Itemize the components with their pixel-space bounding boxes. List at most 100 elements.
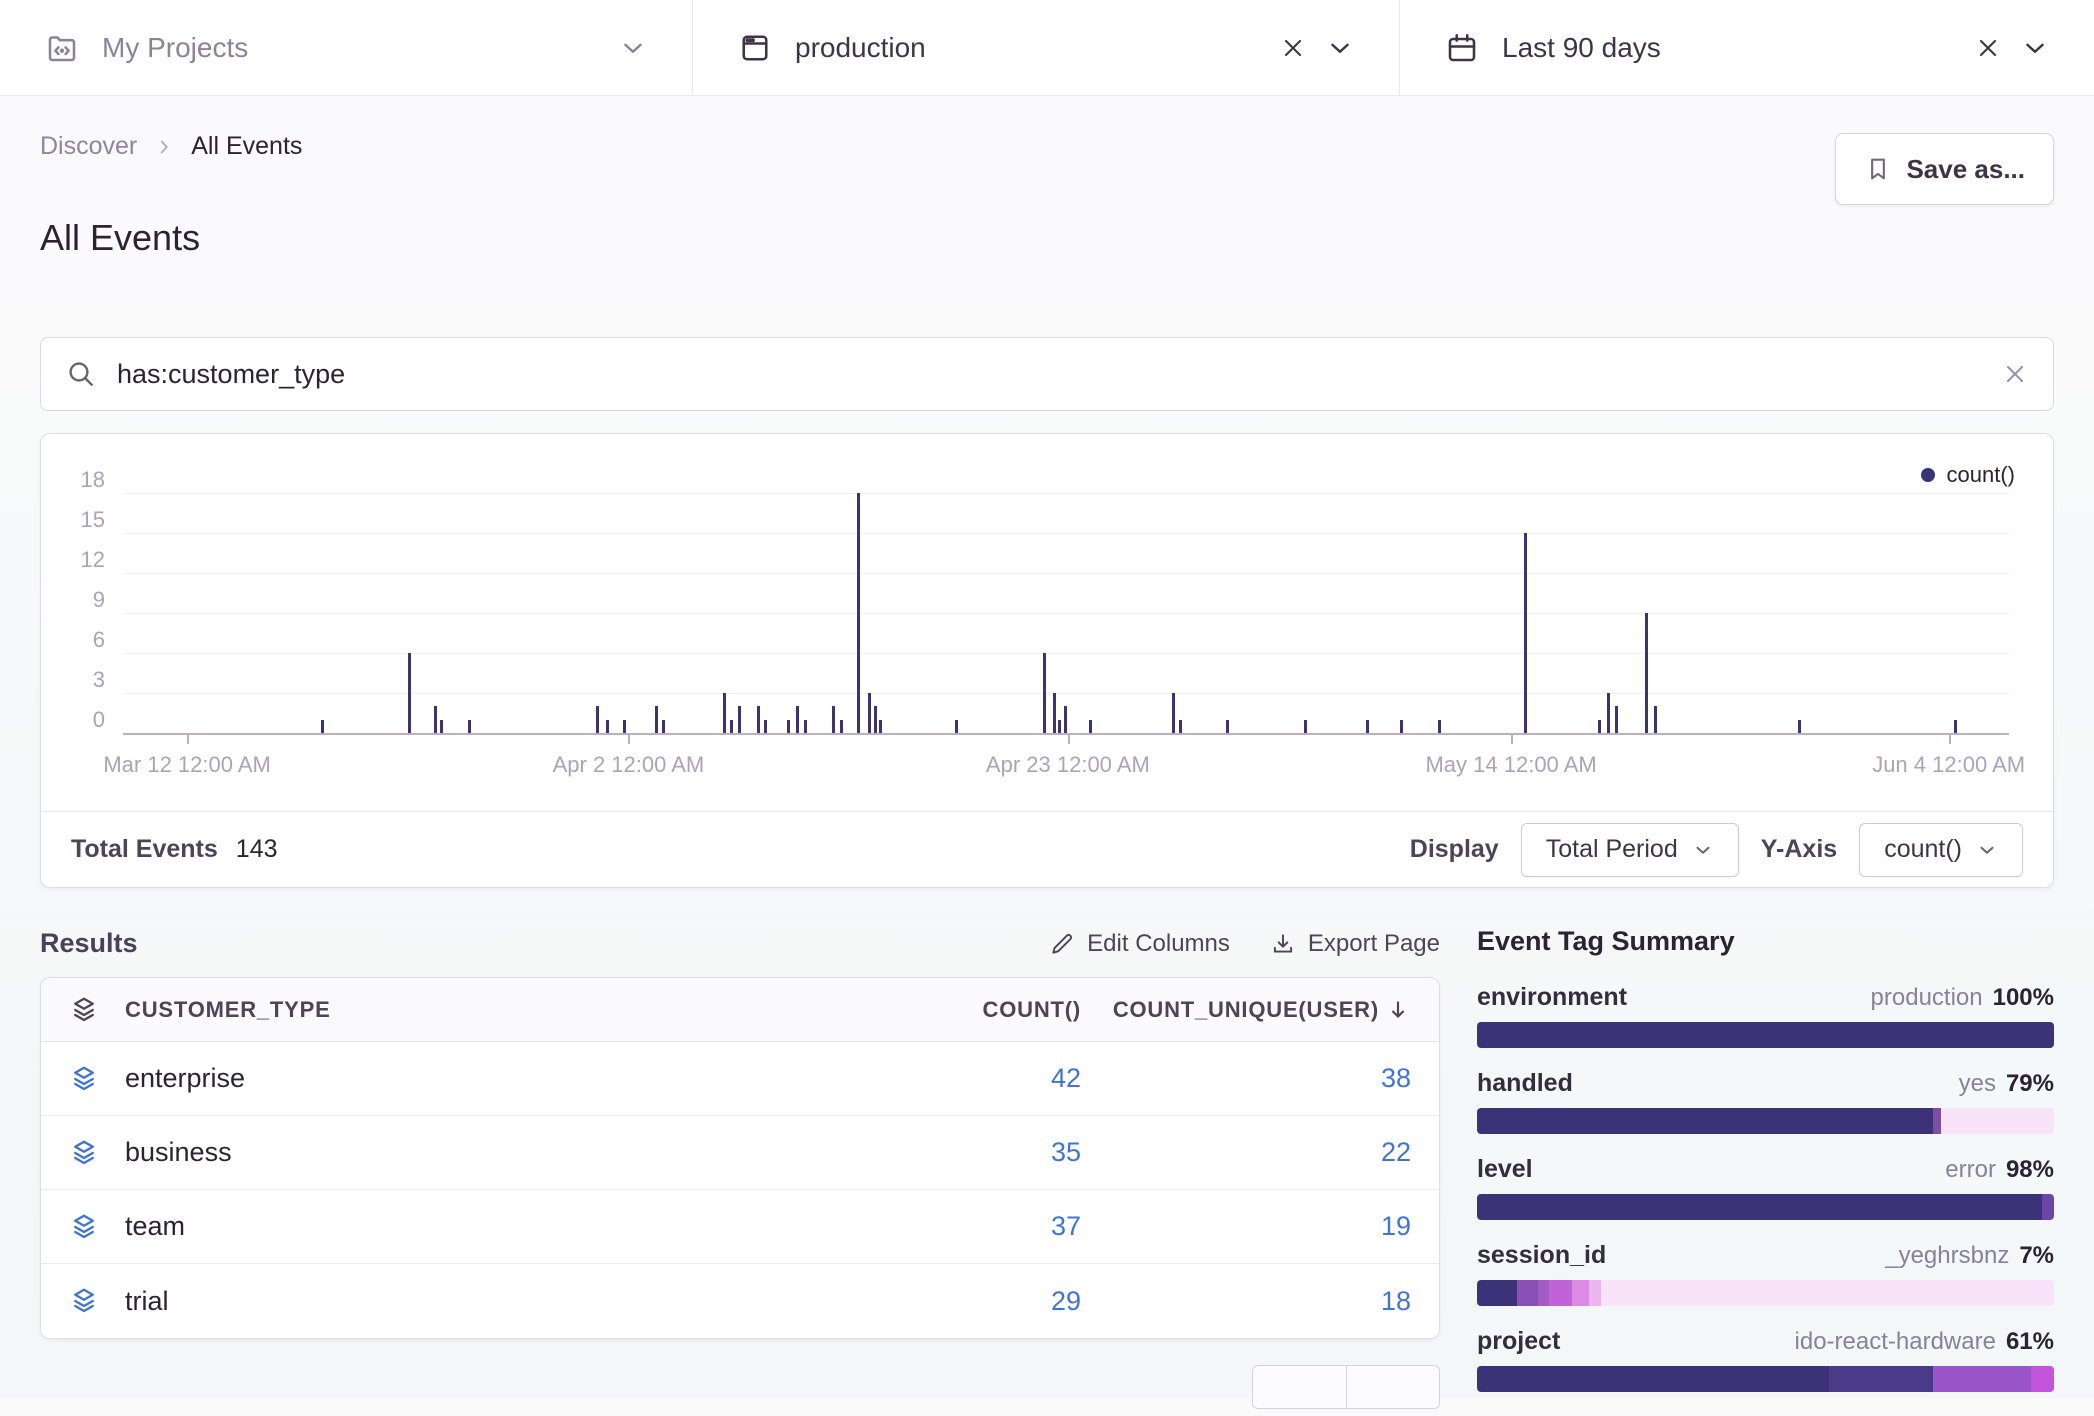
chart-bar[interactable] [655, 706, 658, 733]
chart-bar[interactable] [1226, 720, 1229, 733]
cell-count-unique[interactable]: 22 [1381, 1137, 1411, 1168]
table-row: trial2918 [41, 1264, 1439, 1338]
column-count[interactable]: COUNT() [983, 997, 1081, 1023]
gridline [123, 533, 2009, 534]
chart-bar[interactable] [879, 720, 882, 733]
chart-bar[interactable] [874, 706, 877, 733]
chart-bar[interactable] [738, 706, 741, 733]
chart-bar[interactable] [1064, 706, 1067, 733]
stack-icon [69, 1064, 99, 1094]
chart-bar[interactable] [596, 706, 599, 733]
chart-bar[interactable] [764, 720, 767, 733]
project-selector[interactable]: My Projects [0, 0, 693, 95]
clear-environment-icon[interactable] [1279, 34, 1307, 62]
chart-legend[interactable]: count() [1921, 462, 2015, 488]
tag-bar-segment [1589, 1280, 1601, 1306]
chart-bar[interactable] [440, 720, 443, 733]
search-input[interactable]: has:customer_type [117, 359, 1981, 390]
chart-bar[interactable] [1053, 693, 1056, 733]
chart-bar[interactable] [1645, 613, 1648, 733]
tag-distribution-bar[interactable] [1477, 1194, 2054, 1220]
results-section: Results Edit Columns Export Page [40, 916, 1440, 1413]
daterange-selector[interactable]: Last 90 days [1400, 0, 2094, 95]
y-tick-label: 18 [81, 467, 105, 493]
chart-bar[interactable] [321, 720, 324, 733]
x-tick-mark [1511, 735, 1513, 744]
yaxis-label: Y-Axis [1761, 835, 1837, 864]
chart-bar[interactable] [1954, 720, 1957, 733]
chart-bar[interactable] [1043, 653, 1046, 733]
next-page-button[interactable] [1346, 1365, 1440, 1409]
cell-count[interactable]: 29 [1051, 1286, 1081, 1317]
column-customer-type[interactable]: CUSTOMER_TYPE [125, 997, 331, 1023]
tag-distribution-bar[interactable] [1477, 1108, 2054, 1134]
chart-bar[interactable] [796, 706, 799, 733]
search-clear-icon[interactable] [2001, 360, 2029, 388]
projects-icon [44, 30, 80, 66]
chart-bar[interactable] [757, 706, 760, 733]
chart-bar[interactable] [1654, 706, 1657, 733]
search-bar[interactable]: has:customer_type [40, 337, 2054, 411]
chart-bar[interactable] [606, 720, 609, 733]
chart-bar[interactable] [1366, 720, 1369, 733]
chart-bar[interactable] [1304, 720, 1307, 733]
save-as-button[interactable]: Save as... [1835, 133, 2054, 205]
chart-bar[interactable] [787, 720, 790, 733]
tag-name: level [1477, 1155, 1533, 1184]
chart-bar[interactable] [832, 706, 835, 733]
tag-bar-segment [1549, 1280, 1572, 1306]
environment-selector[interactable]: production [693, 0, 1400, 95]
chart-bar[interactable] [468, 720, 471, 733]
chart-bar[interactable] [955, 720, 958, 733]
export-page-button[interactable]: Export Page [1270, 930, 1440, 958]
tag-distribution-bar[interactable] [1477, 1366, 2054, 1392]
previous-page-button[interactable] [1252, 1365, 1346, 1409]
column-count-unique[interactable]: COUNT_UNIQUE(USER) [1113, 997, 1379, 1023]
chart-bar[interactable] [1798, 720, 1801, 733]
chart-bar[interactable] [1089, 720, 1092, 733]
chevron-down-icon[interactable] [2020, 33, 2050, 63]
chart-bar[interactable] [434, 706, 437, 733]
edit-columns-button[interactable]: Edit Columns [1049, 930, 1230, 958]
chart-bar[interactable] [857, 493, 860, 733]
chart-bar[interactable] [1438, 720, 1441, 733]
chart-bar[interactable] [730, 720, 733, 733]
chart-bar[interactable] [1400, 720, 1403, 733]
tag-distribution-bar[interactable] [1477, 1280, 2054, 1306]
chart-plot: 0369121518Mar 12 12:00 AMApr 2 12:00 AMA… [123, 494, 2009, 734]
chart-bar[interactable] [662, 720, 665, 733]
cell-count-unique[interactable]: 18 [1381, 1286, 1411, 1317]
tag-percent: 61% [2006, 1328, 2054, 1356]
gridline [123, 493, 2009, 494]
chart-bar[interactable] [868, 693, 871, 733]
chart-bar[interactable] [1615, 706, 1618, 733]
yaxis-select[interactable]: count() [1859, 823, 2023, 877]
chart-bar[interactable] [1179, 720, 1182, 733]
cell-count[interactable]: 35 [1051, 1137, 1081, 1168]
cell-count-unique[interactable]: 38 [1381, 1063, 1411, 1094]
chart-bar[interactable] [1607, 693, 1610, 733]
clear-daterange-icon[interactable] [1974, 34, 2002, 62]
chart-bar[interactable] [723, 693, 726, 733]
chart-bar[interactable] [840, 720, 843, 733]
chart-bar[interactable] [1524, 533, 1527, 733]
cell-count-unique[interactable]: 19 [1381, 1211, 1411, 1242]
sort-desc-icon[interactable] [1385, 997, 1411, 1023]
breadcrumb-discover[interactable]: Discover [40, 132, 137, 161]
chart-bar[interactable] [1058, 720, 1061, 733]
tag-distribution-bar[interactable] [1477, 1022, 2054, 1048]
y-tick-label: 9 [93, 587, 105, 613]
chart-bar[interactable] [623, 720, 626, 733]
cell-count[interactable]: 37 [1051, 1211, 1081, 1242]
chevron-down-icon[interactable] [618, 33, 648, 63]
tag-name: project [1477, 1327, 1560, 1356]
cell-count[interactable]: 42 [1051, 1063, 1081, 1094]
chart-bar[interactable] [408, 653, 411, 733]
tag-row: levelerror98% [1477, 1155, 2054, 1220]
chart-bar[interactable] [1598, 720, 1601, 733]
chart-bar[interactable] [1172, 693, 1175, 733]
pencil-icon [1049, 931, 1075, 957]
chart-bar[interactable] [804, 720, 807, 733]
display-select[interactable]: Total Period [1521, 823, 1739, 877]
chevron-down-icon[interactable] [1325, 33, 1355, 63]
